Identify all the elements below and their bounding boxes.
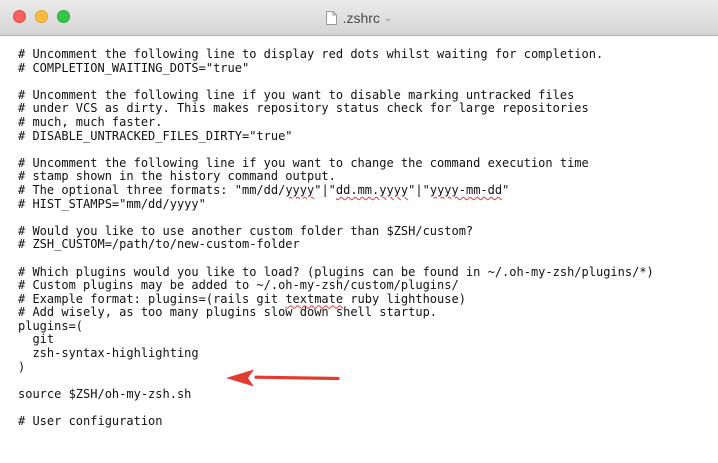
red-arrow-left-icon <box>226 369 340 387</box>
code-line[interactable]: zsh-syntax-highlighting <box>18 346 718 361</box>
code-text: ruby lighthouse) <box>343 291 466 306</box>
code-line[interactable]: # ZSH_CUSTOM=/path/to/new-custom-folder <box>18 238 718 252</box>
window-title[interactable]: .zshrc <box>343 10 380 26</box>
title-menu-chevron-icon[interactable]: ⌄ <box>384 13 392 24</box>
code-line[interactable]: # Uncomment the following line if you wa… <box>18 88 718 103</box>
code-line[interactable]: # Would you like to use another custom f… <box>18 224 718 239</box>
code-line[interactable]: # HIST_STAMPS="mm/dd/yyyy" <box>18 197 718 212</box>
misspelled-word: yyyy-mm-dd <box>429 182 503 197</box>
code-line[interactable]: # Add wisely, as too many plugins slow d… <box>18 306 718 320</box>
code-line[interactable]: # User configuration <box>18 414 718 429</box>
code-text: " <box>502 182 510 197</box>
code-line[interactable] <box>18 401 718 415</box>
code-line[interactable]: git <box>18 333 718 347</box>
code-line[interactable] <box>18 143 718 157</box>
code-line[interactable]: # The optional three formats: "mm/dd/yyy… <box>18 182 718 198</box>
zoom-window-button[interactable] <box>57 10 70 23</box>
code-line[interactable]: # Custom plugins may be added to ~/.oh-m… <box>18 278 718 293</box>
code-line[interactable] <box>18 252 718 266</box>
code-text: # The optional three formats: "mm/dd/ <box>18 182 286 197</box>
code-line[interactable]: ) <box>18 360 718 375</box>
close-window-button[interactable] <box>13 10 26 23</box>
minimize-window-button[interactable] <box>35 10 48 23</box>
code-text: # Example format: plugins=(rails git <box>18 291 286 306</box>
code-text: "|" <box>408 182 430 197</box>
code-line[interactable]: # under VCS as dirty. This makes reposit… <box>18 102 718 116</box>
code-line[interactable]: # much, much faster. <box>18 115 718 130</box>
text-editor-window: .zshrc ⌄ # Uncomment the following line … <box>0 0 718 463</box>
code-text: "|" <box>314 182 336 197</box>
code-line[interactable]: # COMPLETION_WAITING_DOTS="true" <box>18 61 718 76</box>
code-line[interactable]: # Uncomment the following line to displa… <box>18 47 718 62</box>
window-title-group: .zshrc ⌄ <box>0 9 718 27</box>
code-line[interactable]: # Uncomment the following line if you wa… <box>18 156 718 171</box>
code-line[interactable]: # Example format: plugins=(rails git tex… <box>18 291 718 307</box>
misspelled-word: textmate <box>285 291 344 306</box>
code-line[interactable]: source $ZSH/oh-my-zsh.sh <box>18 387 718 402</box>
title-bar[interactable]: .zshrc ⌄ <box>0 0 718 36</box>
code-line[interactable]: # Which plugins would you like to load? … <box>18 265 718 280</box>
code-line[interactable]: # stamp shown in the history command out… <box>18 170 718 184</box>
code-line[interactable] <box>18 211 718 225</box>
document-icon <box>325 11 337 25</box>
code-line[interactable] <box>18 374 718 388</box>
code-line[interactable] <box>18 75 718 89</box>
text-area[interactable]: # Uncomment the following line to displa… <box>0 36 718 463</box>
misspelled-word: yyyy <box>285 182 315 197</box>
code-line[interactable]: # DISABLE_UNTRACKED_FILES_DIRTY="true" <box>18 129 718 144</box>
code-line[interactable]: plugins=( <box>18 319 718 334</box>
misspelled-word: dd.mm.yyyy <box>335 182 409 197</box>
